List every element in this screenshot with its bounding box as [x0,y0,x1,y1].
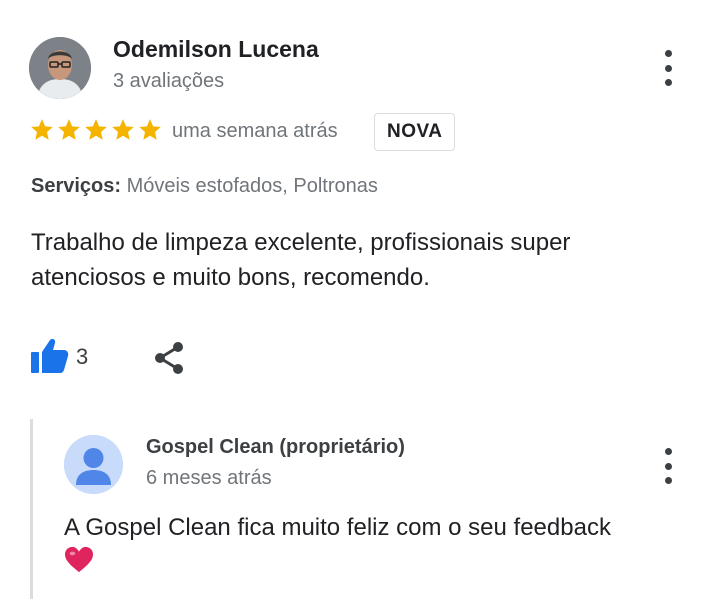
services-label: Serviços: [31,175,122,197]
reviewer-name[interactable]: Odemilson Lucena [113,36,319,63]
reviewer-review-count: 3 avaliações [113,70,225,92]
reviewer-avatar[interactable] [29,37,91,99]
person-icon [64,435,123,494]
star-icon [112,119,134,140]
reply-divider [30,419,33,599]
more-vert-icon[interactable] [662,448,674,484]
star-rating [29,117,163,143]
review-text: Trabalho de limpeza excelente, profissio… [31,229,571,291]
services-line: Serviços: Móveis estofados, Poltronas [31,175,378,198]
reviewer-photo [29,37,91,99]
like-count: 3 [76,344,89,369]
star-icon [31,119,53,140]
star-icon [58,119,80,140]
services-value: Móveis estofados, Poltronas [126,175,378,197]
star-icon [85,119,107,140]
owner-reply-time: 6 meses atrás [146,467,272,489]
owner-name: Gospel Clean (proprietário) [146,436,405,458]
more-vert-icon[interactable] [662,50,674,86]
new-badge: NOVA [374,113,456,151]
owner-reply-body: A Gospel Clean fica muito feliz com o se… [64,514,611,541]
star-icon [139,119,161,140]
heart-emoji-icon [65,546,93,573]
review-time: uma semana atrás [172,120,338,142]
share-icon[interactable] [152,340,186,376]
owner-avatar [64,435,123,494]
thumbs-up-icon[interactable] [29,337,69,375]
owner-reply-text: A Gospel Clean fica muito feliz com o se… [64,510,684,580]
